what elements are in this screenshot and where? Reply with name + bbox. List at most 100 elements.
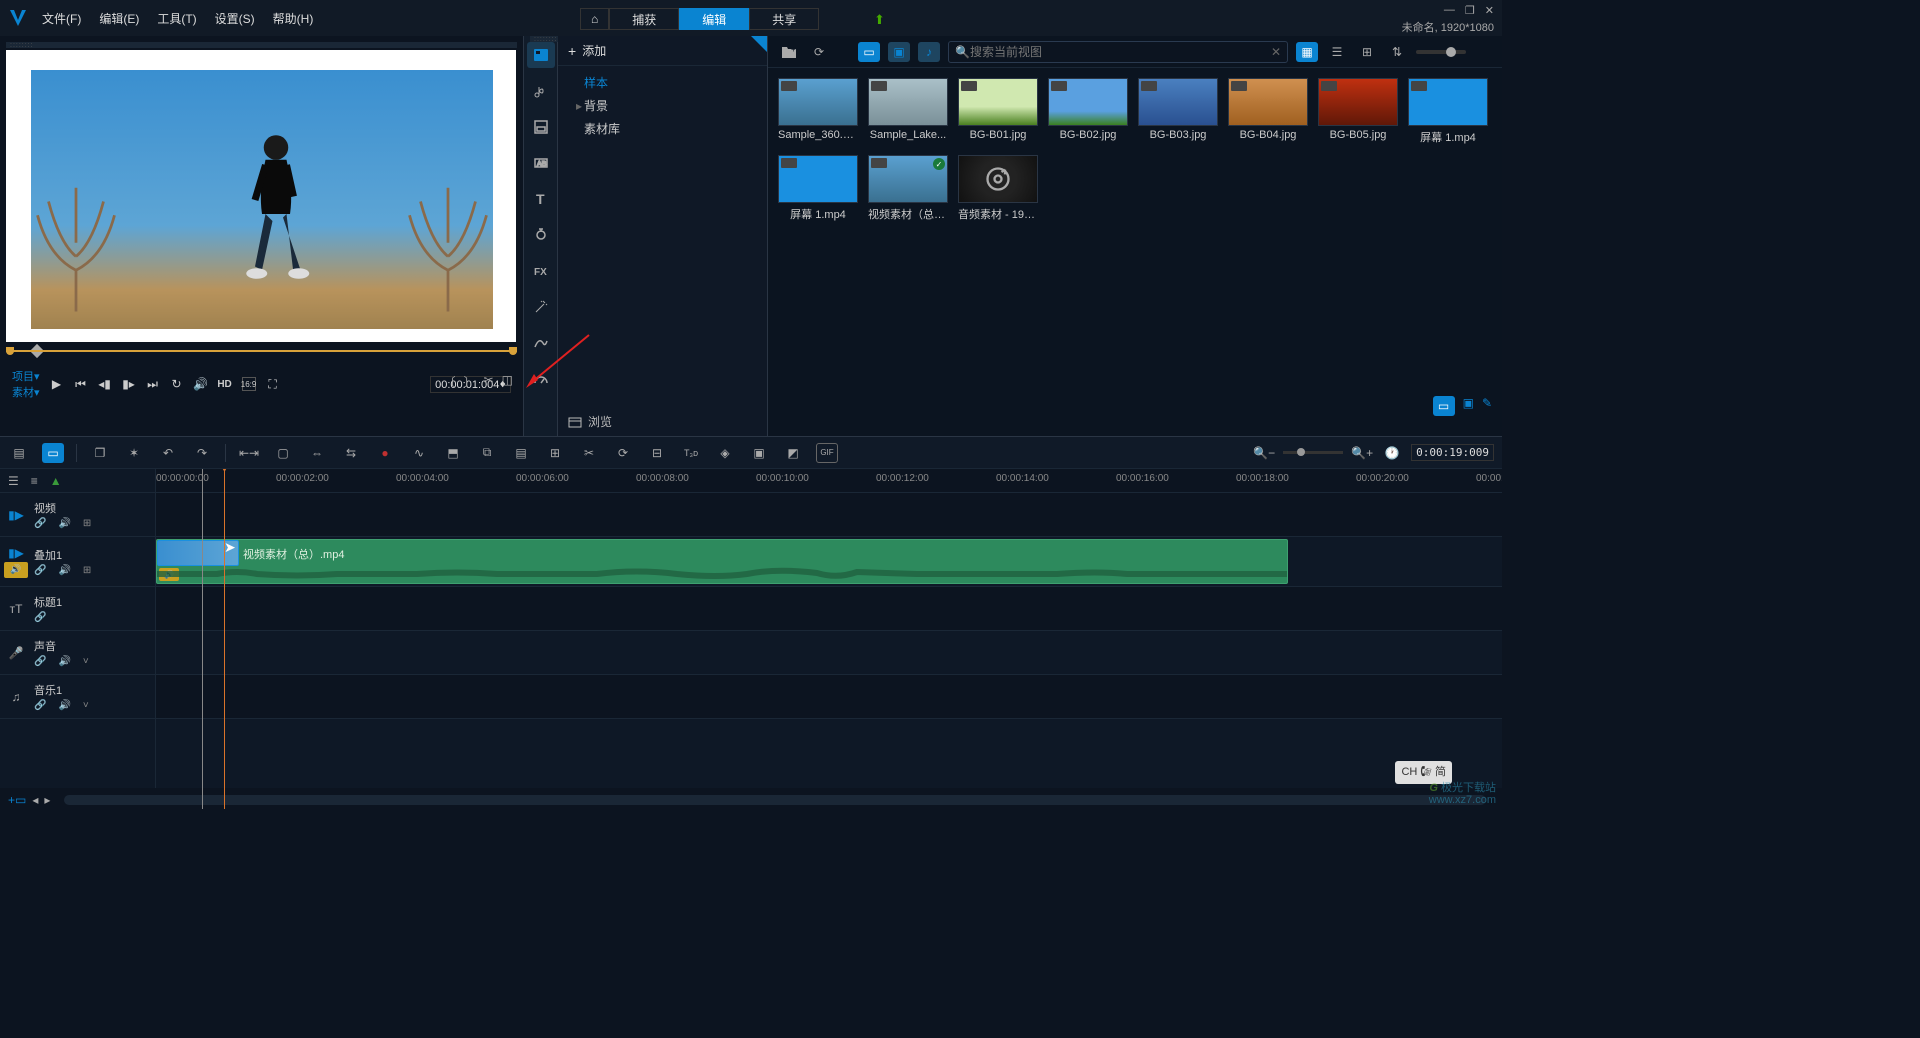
tool-stretch-icon[interactable]: ⇔ — [306, 443, 328, 463]
tool-slip-icon[interactable]: ⇆ — [340, 443, 362, 463]
tool-speed-icon[interactable]: ⟳ — [612, 443, 634, 463]
media-thumbnail[interactable]: BG-B05.jpg — [1318, 78, 1398, 145]
track-head-music[interactable]: ♫ 音乐1 🔗🔊˅ — [0, 675, 155, 719]
volume-icon[interactable]: 🔊 — [194, 377, 208, 391]
tab-home[interactable]: ⌂ — [580, 8, 609, 30]
menu-file[interactable]: 文件(F) — [42, 10, 81, 27]
mark-out-icon[interactable]: 〕 — [464, 373, 476, 390]
tool-3dtext-icon[interactable]: T₃ᴅ — [680, 443, 702, 463]
add-media-button[interactable]: +添加 — [558, 36, 767, 66]
media-thumbnail[interactable]: BG-B02.jpg — [1048, 78, 1128, 145]
tool-crop-icon[interactable]: ▢ — [272, 443, 294, 463]
aspect-ratio[interactable]: 16:9 — [242, 377, 256, 391]
filter-all-icon[interactable]: ▭ — [858, 42, 880, 62]
panel-layout-icon[interactable]: ▭ — [1433, 396, 1455, 416]
drag-handle[interactable]: :::::::: — [6, 42, 517, 48]
vtab-title-icon[interactable]: T — [527, 186, 555, 212]
play-button[interactable]: ▶ — [50, 377, 64, 391]
vtab-media[interactable] — [527, 42, 555, 68]
tree-item-sample[interactable]: 样本 — [558, 71, 767, 94]
horizontal-scrollbar[interactable] — [64, 795, 1486, 805]
vtab-wand-icon[interactable] — [527, 294, 555, 320]
crop-icon[interactable]: ◫ — [502, 373, 513, 390]
tool-cut-icon[interactable]: ✂ — [578, 443, 600, 463]
zoom-out-icon[interactable]: 🔍− — [1253, 443, 1275, 463]
split-icon[interactable]: ✂ — [484, 373, 494, 390]
track-lane-overlay[interactable]: 视频素材（总）.mp4 🔊 — [156, 537, 1502, 587]
tool-mixer-icon[interactable]: ∿ — [408, 443, 430, 463]
playback-mode[interactable]: 项目▾素材▾ — [12, 368, 40, 400]
track-head-voice[interactable]: 🎤 声音 🔗🔊˅ — [0, 631, 155, 675]
filter-audio-icon[interactable]: ♪ — [918, 42, 940, 62]
tool-fx-icon[interactable]: ✶ — [123, 443, 145, 463]
search-input[interactable]: 🔍 ✕ — [948, 41, 1288, 63]
vtab-templates-icon[interactable] — [527, 114, 555, 140]
menu-help[interactable]: 帮助(H) — [273, 10, 314, 27]
tree-item-library[interactable]: 素材库 — [558, 117, 767, 140]
goto-start-icon[interactable]: ⏮ — [74, 377, 88, 391]
vtab-transitions-icon[interactable]: AB — [527, 150, 555, 176]
media-thumbnail[interactable]: Sample_360.m... — [778, 78, 858, 145]
panel-edit-icon[interactable]: ✎ — [1482, 396, 1492, 416]
timeline-ruler[interactable]: 00:00:00:0000:00:02:0000:00:04:0000:00:0… — [156, 469, 1502, 493]
expand-icon[interactable]: ˅ — [83, 700, 89, 711]
view-grid-icon[interactable]: ⊞ — [1356, 42, 1378, 62]
expand-icon[interactable]: ˅ — [83, 656, 89, 667]
window-close[interactable]: ✕ — [1485, 4, 1494, 17]
link-icon[interactable]: 🔗 — [34, 565, 46, 576]
view-thumbnails-icon[interactable]: ▦ — [1296, 42, 1318, 62]
browse-button[interactable]: 浏览 — [568, 413, 612, 430]
goto-end-icon[interactable]: ⏭ — [146, 377, 160, 391]
media-thumbnail[interactable]: BG-B04.jpg — [1228, 78, 1308, 145]
tab-share[interactable]: 共享 — [749, 8, 819, 30]
track-head-video[interactable]: ▮▶ 视频 🔗🔊⊞ — [0, 493, 155, 537]
zoom-slider[interactable] — [1283, 451, 1343, 454]
tree-item-background[interactable]: ▸背景 — [558, 94, 767, 117]
mute-icon[interactable]: 🔊 — [58, 565, 70, 576]
add-track-icon[interactable]: +▭ — [8, 793, 26, 807]
sort-icon[interactable]: ⇅ — [1386, 42, 1408, 62]
track-head-overlay[interactable]: ▮▶ 🔊 叠加1 🔗🔊⊞ — [0, 537, 155, 587]
tab-edit[interactable]: 编辑 — [679, 8, 749, 30]
loop-icon[interactable]: ↻ — [170, 377, 184, 391]
trim-out-handle[interactable] — [509, 347, 517, 355]
vtab-overlay-icon[interactable] — [527, 222, 555, 248]
track-head-title[interactable]: ᴛT 标题1 🔗 — [0, 587, 155, 631]
window-minimize[interactable]: — — [1444, 4, 1455, 17]
trim-in-handle[interactable] — [6, 347, 14, 355]
mute-icon[interactable]: 🔊 — [58, 700, 70, 711]
mute-icon[interactable]: 🔊 — [58, 656, 70, 667]
scroll-right-icon[interactable]: ▸ — [44, 793, 50, 807]
fit-timeline-icon[interactable]: 🕐 — [1381, 443, 1403, 463]
media-thumbnail[interactable]: BG-B01.jpg — [958, 78, 1038, 145]
fx-icon[interactable]: ⊞ — [83, 518, 91, 529]
vtab-path-icon[interactable] — [527, 330, 555, 356]
storyboard-view-icon[interactable]: ▤ — [8, 443, 30, 463]
menu-edit[interactable]: 编辑(E) — [99, 10, 139, 27]
media-thumbnail[interactable]: 屏幕 1.mp4 — [778, 155, 858, 222]
tool-chapter-icon[interactable]: ▤ — [510, 443, 532, 463]
track-lane-title[interactable] — [156, 587, 1502, 631]
track-list-icon[interactable]: ≡ — [31, 474, 38, 488]
track-lane-video[interactable]: ➤ — [156, 493, 1502, 537]
link-icon[interactable]: 🔗 — [34, 612, 46, 623]
panel-toggle1-icon[interactable]: ▣ — [1463, 396, 1474, 416]
media-thumbnail[interactable]: Sample_Lake... — [868, 78, 948, 145]
tab-capture[interactable]: 捕获 — [609, 8, 679, 30]
clear-search-icon[interactable]: ✕ — [1271, 45, 1281, 59]
thumbnail-size-slider[interactable] — [1416, 50, 1466, 54]
next-frame-icon[interactable]: ▮▸ — [122, 377, 136, 391]
prev-frame-icon[interactable]: ◂▮ — [98, 377, 112, 391]
vtab-audio-icon[interactable] — [527, 78, 555, 104]
media-thumbnail[interactable]: 音频素材 - 196... — [958, 155, 1038, 222]
view-list-icon[interactable]: ☰ — [1326, 42, 1348, 62]
track-expand-icon[interactable]: ▲ — [50, 474, 62, 488]
zoom-in-icon[interactable]: 🔍+ — [1351, 443, 1373, 463]
scroll-left-icon[interactable]: ◂ — [32, 793, 38, 807]
playhead[interactable] — [224, 469, 225, 809]
media-thumbnail[interactable]: BG-B03.jpg — [1138, 78, 1218, 145]
track-lane-voice[interactable] — [156, 631, 1502, 675]
mute-icon[interactable]: 🔊 — [58, 518, 70, 529]
tool-grid-icon[interactable]: ⊞ — [544, 443, 566, 463]
tool-marker-icon[interactable]: ⬒ — [442, 443, 464, 463]
